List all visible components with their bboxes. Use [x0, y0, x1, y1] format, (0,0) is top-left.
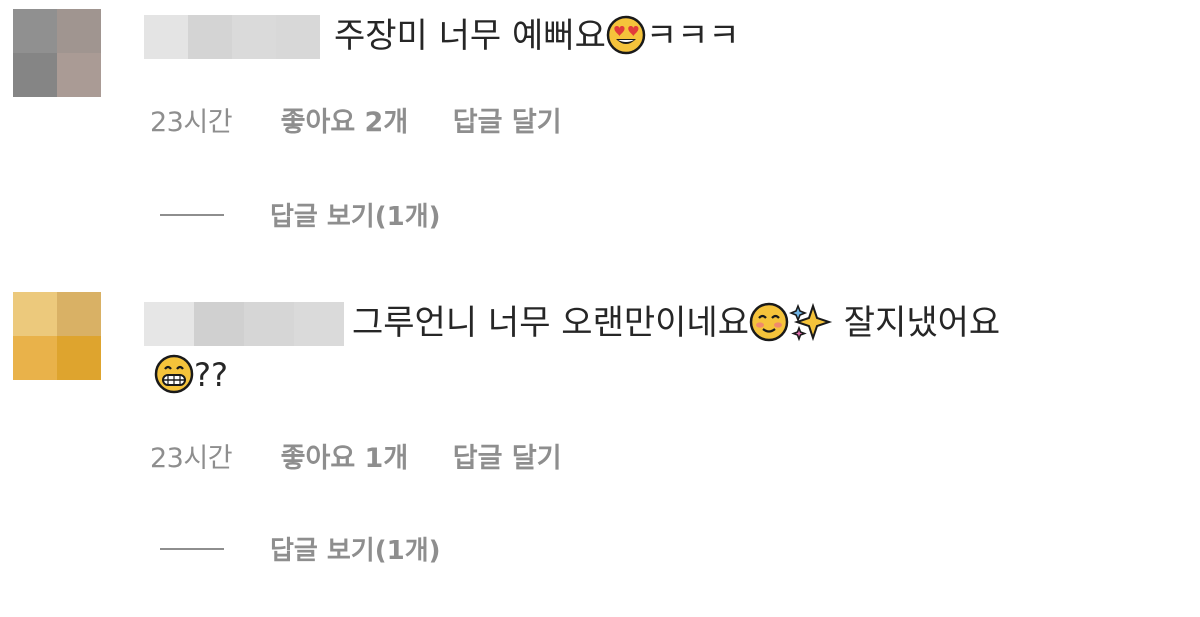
username-pixel: [244, 302, 294, 346]
blush-emoji-icon: [749, 302, 789, 353]
sparkles-emoji-icon: [788, 302, 833, 353]
timestamp[interactable]: 23시간: [150, 107, 233, 138]
heart-eyes-emoji-icon: [606, 15, 646, 66]
comment-text-suffix: ??: [194, 356, 228, 394]
view-replies-button[interactable]: 답글 보기(1개): [160, 534, 441, 568]
avatar[interactable]: [13, 9, 101, 97]
avatar-pixel: [57, 9, 101, 53]
comment-text-body: 그루언니 너무 오랜만이네요: [352, 303, 749, 343]
avatar-pixel: [57, 53, 101, 97]
username-blurred[interactable]: [144, 15, 320, 59]
comment-text-body: 주장미 너무 예뻐요: [334, 16, 606, 56]
avatar-pixel: [13, 9, 57, 53]
avatar-pixel: [57, 336, 101, 380]
username-pixel: [194, 302, 244, 346]
timestamp[interactable]: 23시간: [150, 443, 233, 474]
comment-meta: 23시간 좋아요 1개 답글 달기: [150, 442, 562, 476]
view-replies-button[interactable]: 답글 보기(1개): [160, 200, 441, 234]
username-pixel: [188, 15, 232, 59]
username-blurred[interactable]: [144, 302, 344, 346]
avatar-pixel: [57, 292, 101, 336]
avatar-pixel: [13, 292, 57, 336]
comment-text-continued: 잘지냈어요: [832, 303, 1001, 343]
avatar-pixel: [13, 336, 57, 380]
avatar[interactable]: [13, 292, 101, 380]
divider-line: [160, 213, 224, 216]
username-pixel: [294, 302, 344, 346]
avatar-pixel: [13, 53, 57, 97]
comment-text: 주장미 너무 예뻐요 ㅋㅋㅋ: [334, 14, 740, 66]
username-pixel: [144, 302, 194, 346]
username-pixel: [144, 15, 188, 59]
view-replies-label: 답글 보기(1개): [270, 536, 441, 566]
like-count[interactable]: 좋아요 2개: [281, 107, 409, 138]
username-pixel: [276, 15, 320, 59]
reply-button[interactable]: 답글 달기: [453, 107, 562, 138]
username-pixel: [232, 15, 276, 59]
comment-text-suffix: ㅋㅋㅋ: [645, 16, 740, 56]
comment-text: 그루언니 너무 오랜만이네요 잘지냈어요: [352, 301, 1000, 353]
divider-line: [160, 547, 224, 550]
comment-meta: 23시간 좋아요 2개 답글 달기: [150, 106, 562, 140]
view-replies-label: 답글 보기(1개): [270, 202, 441, 232]
like-count[interactable]: 좋아요 1개: [281, 443, 409, 474]
grin-emoji-icon: [154, 354, 194, 405]
comment-text-line2: ??: [154, 353, 228, 405]
reply-button[interactable]: 답글 달기: [453, 443, 562, 474]
